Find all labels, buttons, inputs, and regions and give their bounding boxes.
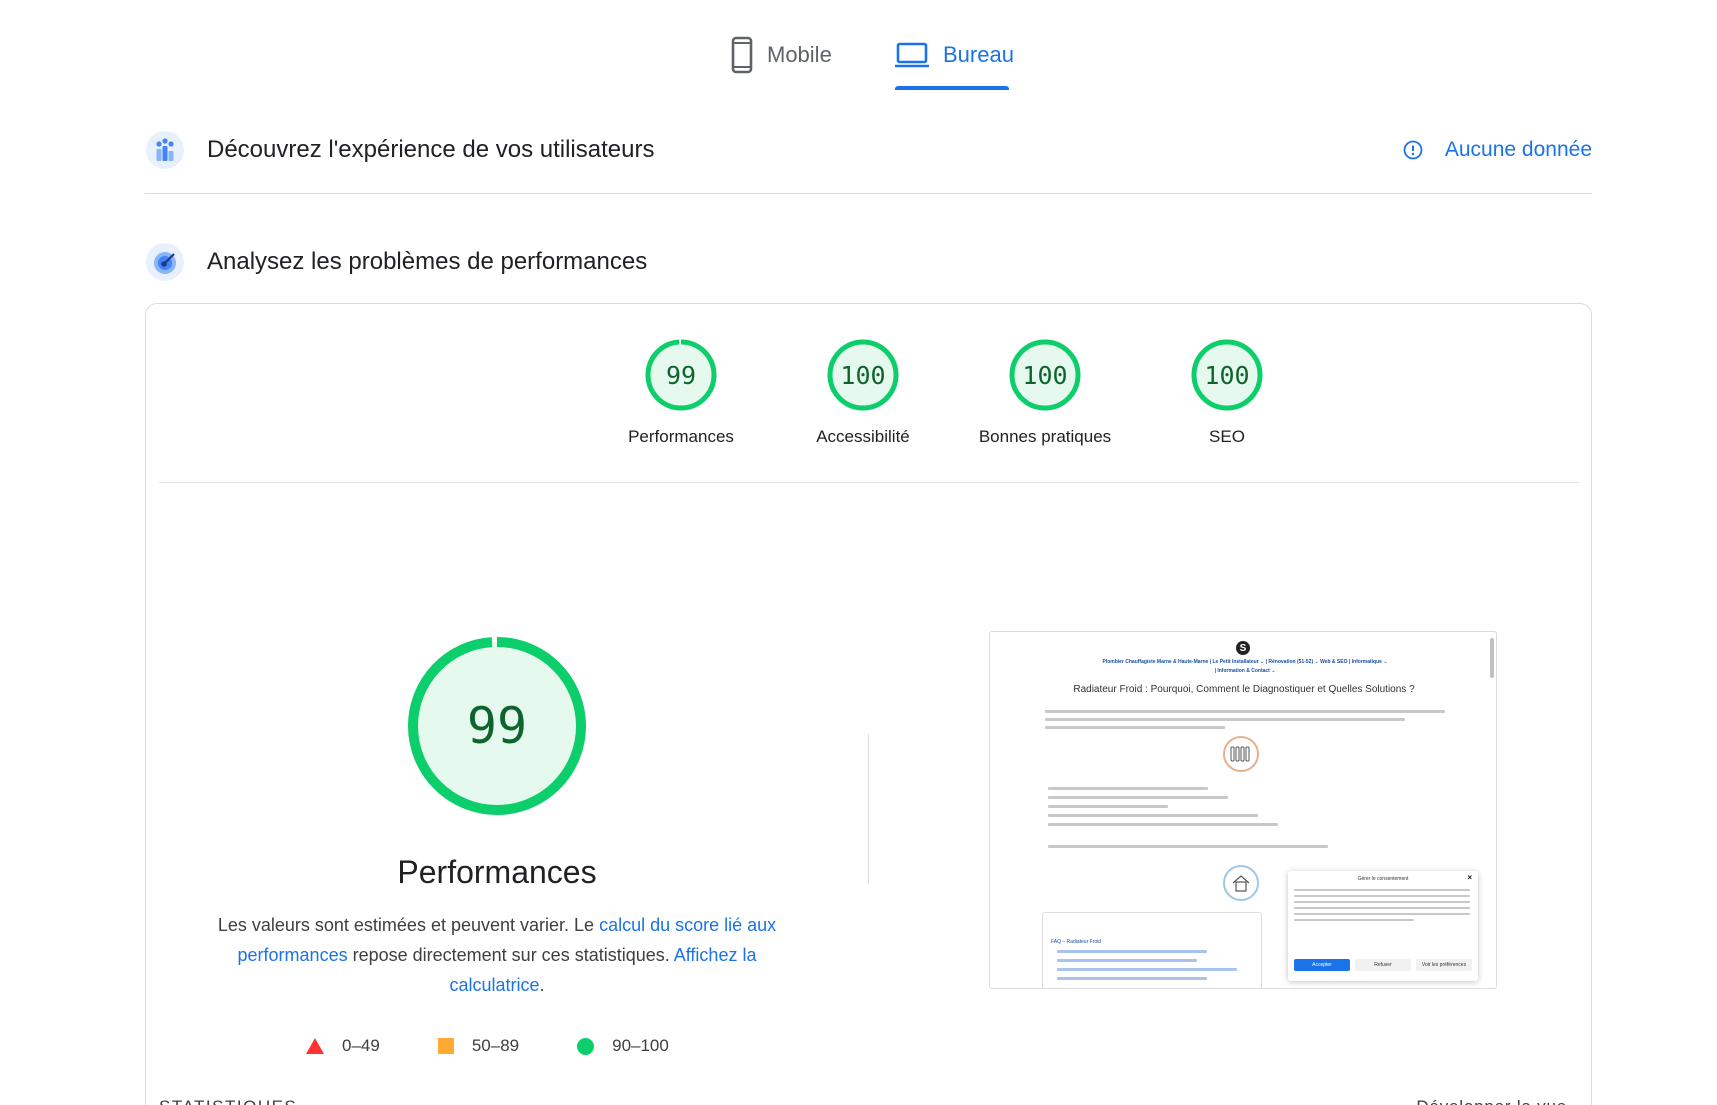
consent-modal: Gérer le consentement × Accepter Refuser… — [1288, 871, 1478, 981]
main-score-title: Performances — [397, 854, 597, 890]
score-legend: 0–49 50–89 90–100 — [306, 1031, 727, 1061]
text-line — [1294, 895, 1470, 897]
laptop-icon — [895, 36, 929, 79]
active-tab-indicator — [895, 86, 1009, 90]
text-line — [1048, 845, 1328, 848]
text-line — [1294, 919, 1414, 921]
close-icon: × — [1467, 873, 1472, 882]
faq-box: FAQ – Radiateur Froid — [1042, 912, 1262, 988]
site-nav-line: Plombier Chauffagiste Marne & Haute-Marn… — [1102, 659, 1388, 665]
thumbnail-scrollbar — [1490, 638, 1494, 678]
site-nav: Plombier Chauffagiste Marne & Haute-Marn… — [1050, 658, 1440, 676]
text-line — [1294, 907, 1470, 909]
lab-data-section: Analysez les problèmes de performances — [145, 240, 1592, 284]
consent-accept-button: Accepter — [1294, 959, 1350, 971]
gauge-seo[interactable]: 100 SEO — [1147, 339, 1307, 447]
house-icon — [1223, 865, 1259, 901]
consent-prefs-button: Voir les préférences — [1416, 959, 1472, 971]
section-divider — [145, 193, 1592, 194]
smartphone-icon — [731, 36, 753, 79]
field-data-title: Découvrez l'expérience de vos utilisateu… — [207, 136, 655, 163]
tab-desktop[interactable]: Bureau — [895, 36, 1014, 92]
site-logo: S — [1236, 641, 1250, 655]
text-line — [1045, 718, 1405, 721]
text-line — [1057, 968, 1237, 971]
statistics-heading: STATISTIQUES — [159, 1097, 297, 1105]
tab-mobile[interactable]: Mobile — [731, 36, 832, 92]
square-icon — [437, 1038, 454, 1054]
no-data-link[interactable]: Aucune donnée — [1403, 128, 1592, 172]
gauge-value: 100 — [1022, 360, 1068, 390]
expand-view-toggle[interactable]: Développer la vue — [1416, 1097, 1567, 1105]
text-line — [1045, 726, 1225, 729]
tab-mobile-label: Mobile — [767, 42, 832, 67]
desc-text: repose directement sur ces statistiques. — [347, 945, 674, 965]
tab-desktop-label: Bureau — [943, 42, 1014, 67]
speedometer-icon — [145, 242, 185, 282]
card-divider — [159, 482, 1579, 483]
legend-range: 50–89 — [471, 1036, 520, 1055]
text-line — [1045, 710, 1445, 713]
device-tabs: Mobile Bureau — [0, 0, 1717, 92]
site-heading: Radiateur Froid : Pourquoi, Comment le D… — [1073, 684, 1415, 695]
gauge-performance[interactable]: 99 Performances — [601, 339, 761, 447]
legend-average: 50–89 — [437, 1036, 520, 1056]
gauge-label: Performances — [628, 427, 734, 446]
gauge-label: Accessibilité — [816, 427, 910, 446]
gauge-label: Bonnes pratiques — [978, 427, 1112, 446]
gauge-ring: 100 — [827, 339, 899, 411]
main-score-value: 99 — [466, 697, 528, 755]
circle-icon — [577, 1037, 595, 1055]
field-data-section: Découvrez l'expérience de vos utilisateu… — [145, 128, 1592, 172]
consent-refuse-button: Refuser — [1355, 959, 1411, 971]
site-nav-line: | Information & Contact ⌄ — [1214, 668, 1276, 674]
text-line — [1048, 805, 1168, 808]
gauge-value: 100 — [1204, 360, 1250, 390]
gauge-label: SEO — [1209, 427, 1245, 446]
faq-title: FAQ – Radiateur Froid — [1051, 939, 1102, 945]
gauge-value: 100 — [840, 360, 886, 390]
lab-data-title: Analysez les problèmes de performances — [207, 248, 648, 275]
no-data-label: Aucune donnée — [1444, 138, 1592, 161]
text-line — [1057, 959, 1197, 962]
text-line — [1048, 796, 1228, 799]
desc-text: . — [539, 975, 545, 995]
page-screenshot-thumbnail[interactable]: S Plombier Chauffagiste Marne & Haute-Ma… — [989, 631, 1497, 989]
legend-fail: 0–49 — [306, 1036, 380, 1056]
gauge-ring: 99 — [645, 339, 717, 411]
text-line — [1048, 823, 1278, 826]
radiator-icon — [1223, 736, 1259, 772]
consent-title: Gérer le consentement — [1357, 876, 1409, 882]
lab-report-card: 99 Performances 100 Accessibilité 100 Bo… — [145, 303, 1592, 1105]
text-line — [1048, 814, 1258, 817]
text-line — [1294, 901, 1470, 903]
text-line — [1294, 913, 1470, 915]
text-line — [1294, 889, 1470, 891]
gauge-accessibility[interactable]: 100 Accessibilité — [783, 339, 943, 447]
text-line — [1048, 787, 1208, 790]
gauge-ring: 100 — [1191, 339, 1263, 411]
triangle-icon — [306, 1038, 324, 1054]
gauge-value: 99 — [665, 360, 697, 390]
vertical-divider — [868, 734, 869, 884]
text-line — [1057, 950, 1207, 953]
score-gauges: 99 Performances 100 Accessibilité 100 Bo… — [146, 304, 1591, 484]
text-line — [1057, 977, 1207, 980]
users-chart-icon — [145, 130, 185, 170]
info-icon — [1403, 140, 1423, 160]
desc-text: Les valeurs sont estimées et peuvent var… — [217, 915, 600, 935]
main-performance-gauge: 99 — [405, 634, 589, 818]
gauge-ring: 100 — [1009, 339, 1081, 411]
legend-range: 0–49 — [342, 1036, 380, 1055]
legend-pass: 90–100 — [577, 1036, 669, 1056]
gauge-best-practices[interactable]: 100 Bonnes pratiques — [965, 339, 1125, 447]
legend-range: 90–100 — [612, 1036, 669, 1055]
score-description: Les valeurs sont estimées et peuvent var… — [206, 910, 788, 1000]
